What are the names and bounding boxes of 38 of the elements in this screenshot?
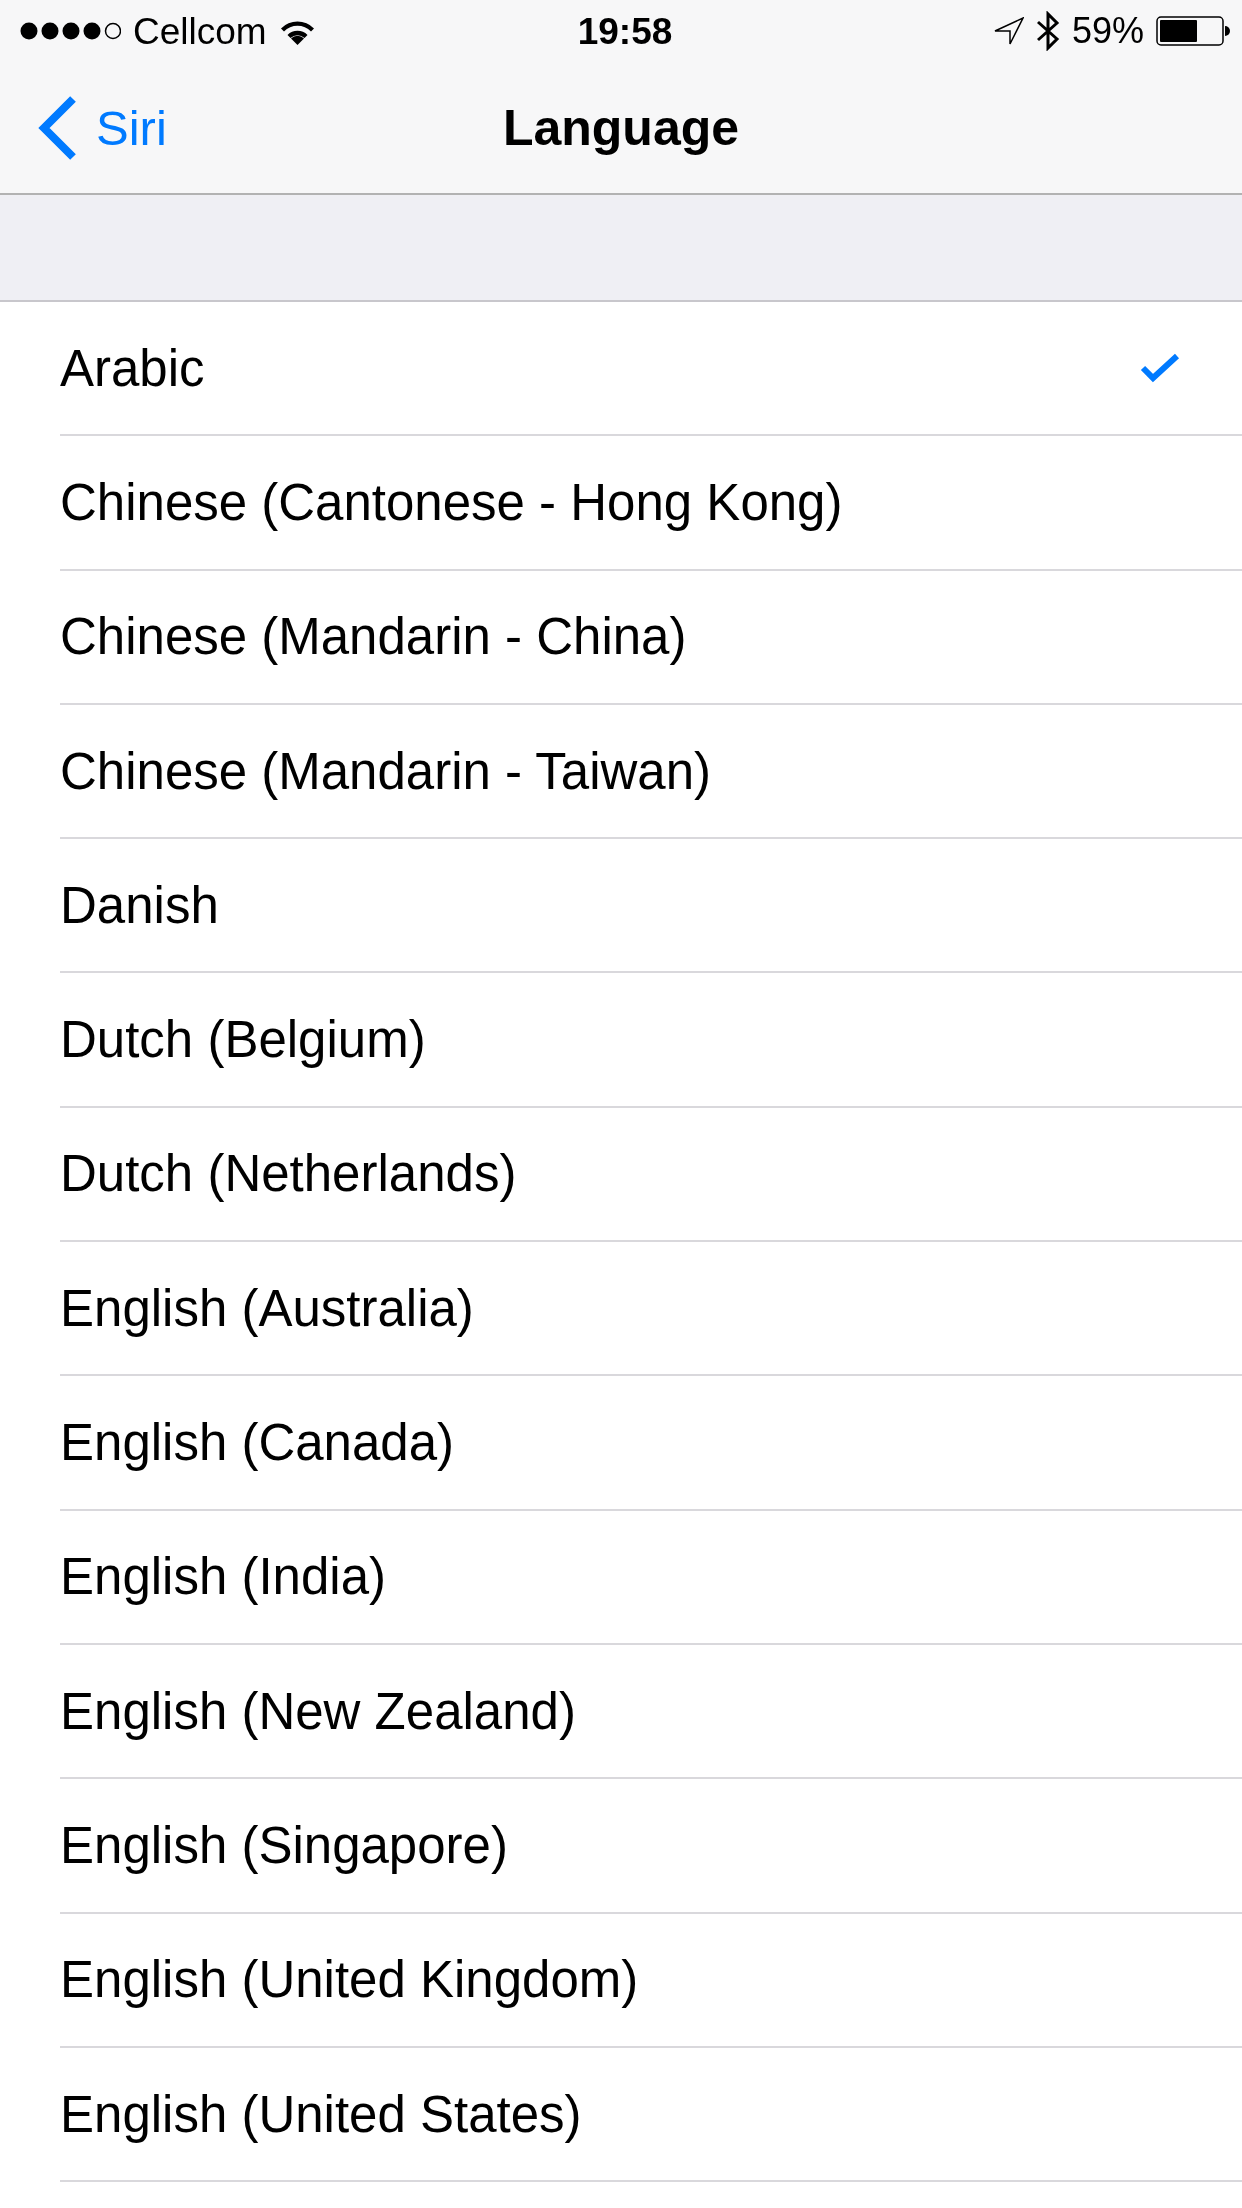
language-row[interactable]: Arabic (60, 302, 1242, 437)
language-row[interactable]: English (United Kingdom) (60, 1913, 1242, 2048)
nav-title: Language (502, 98, 740, 157)
language-name: English (Singapore) (60, 1815, 508, 1875)
language-row[interactable]: Dutch (Netherlands) (60, 1107, 1242, 1243)
language-name: Chinese (Mandarin - China) (60, 607, 687, 667)
battery-icon (1156, 16, 1230, 46)
language-name: Arabic (60, 338, 205, 398)
language-name: English (Canada) (60, 1413, 455, 1472)
back-chevron-icon (38, 95, 76, 160)
language-name: Dutch (Netherlands) (60, 1144, 517, 1204)
battery-percentage: 59% (1071, 13, 1144, 49)
language-row[interactable]: Danish (60, 839, 1242, 974)
bluetooth-icon (1035, 11, 1060, 51)
back-button[interactable]: Siri (0, 95, 167, 160)
language-row[interactable]: English (United States) (60, 2047, 1242, 2183)
language-row[interactable]: Chinese (Mandarin - Taiwan) (60, 704, 1242, 840)
signal-strength-icon (20, 22, 121, 40)
language-name: English (India) (60, 1547, 386, 1607)
carrier-name: Cellcom (133, 12, 267, 50)
location-arrow-icon (993, 17, 1024, 45)
language-name: English (New Zealand) (60, 1681, 576, 1741)
language-row[interactable]: English (Singapore) (60, 1779, 1242, 1914)
status-time: 19:58 (577, 12, 673, 50)
language-name: English (United States) (60, 2084, 582, 2144)
language-name: Dutch (Belgium) (60, 1010, 426, 1070)
language-row[interactable]: Dutch (Belgium) (60, 973, 1242, 1108)
language-row[interactable]: Chinese (Mandarin - China) (60, 570, 1242, 705)
language-row[interactable]: Chinese (Cantonese - Hong Kong) (60, 436, 1242, 571)
language-name: English (Australia) (60, 1278, 474, 1338)
language-name: Danish (60, 875, 219, 935)
language-name: Chinese (Mandarin - Taiwan) (60, 741, 712, 801)
language-name: Chinese (Cantonese - Hong Kong) (60, 472, 843, 532)
language-row[interactable]: English (New Zealand) (60, 1644, 1242, 1780)
language-row[interactable]: English (Canada) (60, 1376, 1242, 1511)
language-row[interactable]: English (Australia) (60, 1242, 1242, 1377)
language-row[interactable]: English (India) (60, 1510, 1242, 1645)
language-name: English (United Kingdom) (60, 1950, 639, 2010)
